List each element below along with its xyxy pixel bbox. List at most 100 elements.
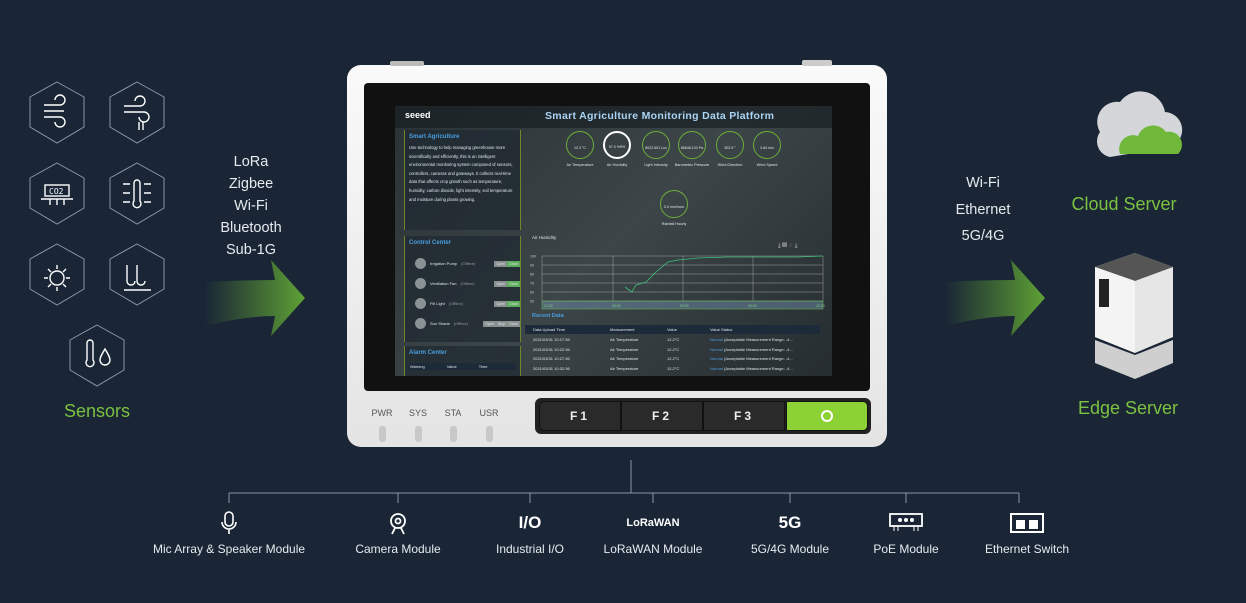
control-item: Irrigation Pump (Offline) Open Close [415,258,520,269]
open-button[interactable]: Open [494,280,508,287]
cell: Air Temperature [610,346,639,352]
close-button[interactable]: Close [507,300,520,307]
intro-heading: Smart Agriculture [409,134,460,140]
icon-glyph: I/O [518,513,542,532]
dashboard-screen: seeed Smart Agriculture Monitoring Data … [395,106,832,376]
gauge-label: Air Temperature [566,163,594,167]
led-label-usr: USR [479,408,499,418]
hex-frame [29,243,85,306]
cell: (Acceptable Measurement Range: -4... [724,337,793,342]
stop-button[interactable]: Stop [495,320,508,327]
alarm-table-header: Warning Value Time [409,363,516,370]
y-tick: 70 [530,282,534,286]
microphone-icon [134,510,324,536]
reterminal-device: seeed Smart Agriculture Monitoring Data … [347,60,887,447]
x-tick: 00:00 [680,304,689,308]
hex-frame [109,162,165,225]
y-tick: 50 [530,300,534,304]
protocol-sub1g: Sub-1G [226,242,276,258]
gauge-3: 86848.103 Pa [678,131,706,159]
wind-speed-icon [124,95,150,130]
module-label: Ethernet Switch [984,542,1070,556]
protocol-wifi: Wi-Fi [966,175,1000,191]
cloud-server-label: Cloud Server [1071,194,1177,214]
cell: 2021/03/31 10:22:36 [533,346,570,352]
y-tick: 80 [530,273,534,277]
close-button[interactable]: Close [507,260,520,267]
gauge-0: 12.3 °C [566,131,594,159]
x-tick: 06:00 [748,304,757,308]
light-bulb-icon [415,298,426,309]
wind-icon [44,94,66,128]
close-button[interactable]: Close [507,280,520,287]
protocol-bluetooth: Bluetooth [220,220,282,236]
open-button[interactable]: Open [483,320,496,327]
cell: Measurement [610,327,635,332]
alarm-heading: Alarm Center [409,350,447,356]
left-arrow-icon [205,260,305,336]
control-state: (Offline) [448,301,464,306]
chart-toolbar-icons[interactable]: ⤓▥◌⤓ [778,243,799,250]
y-tick: 60 [530,291,534,295]
module-label: Mic Array & Speaker Module [152,542,306,556]
control-item: Ventilation Fan (Offline) Open Close [415,278,520,289]
gauge-label: Wind Direction [717,163,743,167]
top-button[interactable] [802,60,832,66]
control-heading: Control Center [409,240,451,246]
y-tick: 90 [530,264,534,268]
control-state: (Offline) [461,261,476,266]
icon-glyph: LoRaWAN [626,517,680,529]
gauge-1: 97.0 %RH [603,131,631,159]
sensor-hexagons: CO2 [29,81,165,387]
cell: Normal [710,346,723,352]
cell: Air Temperature [610,365,639,371]
cell: 2021/03/31 10:17:36 [533,337,570,342]
protocol-5g-4g: 5G/4G [961,228,1005,244]
f2-button[interactable]: F2 [621,401,703,431]
col-warning: Warning [410,364,425,369]
gauge-6: 0.0 mm/hour [660,190,688,218]
protocol-wifi: Wi-Fi [234,198,268,214]
cell: Value [667,327,677,332]
cell: 12.2°C [667,337,680,342]
led-usr [486,426,493,442]
alarm-panel: Alarm Center Warning Value Time [404,346,521,376]
top-button[interactable] [390,61,424,66]
cell: Data Upload Time [533,327,566,332]
control-item: Fill Light (Offline) Open Close [415,298,520,309]
co2-sensor-icon: CO2 [41,184,73,205]
y-tick: 100 [530,255,536,259]
sun-shade-icon [415,318,426,329]
thermometer-icon [123,179,151,209]
open-button[interactable]: Open [494,300,508,307]
led-sta [450,426,457,442]
cell: 12.2°C [667,356,680,361]
sensors-label: Sensors [63,401,131,421]
gauge-4: 302.9 ° [716,131,744,159]
table-header: Data Upload Time Measurement Value Value St… [525,325,820,334]
table-row: 2021/03/31 10:22:36 Air Temperature 12.2°C… [525,345,820,354]
gauge-label: Barometric Pressure [674,163,710,167]
control-state: (Offline) [453,321,468,326]
close-button[interactable]: Close [507,320,520,327]
f3-button[interactable]: F3 [703,401,785,431]
open-button[interactable]: Open [494,260,508,267]
table-row: 2021/03/31 10:27:36 Air Temperature 12.2°C… [525,354,820,363]
seeed-logo: seeed [405,110,431,120]
cell: 2021/03/31 10:27:36 [533,356,570,361]
light-icon [44,265,70,291]
cloud-icon [1097,91,1183,157]
gauge-label: Air Humidity [606,163,628,167]
screen-bezel: seeed Smart Agriculture Monitoring Data … [364,83,870,391]
soil-moisture-icon [124,265,151,291]
control-name: Fill Light [430,301,445,306]
right-arrow-icon [945,260,1045,336]
control-panel: Control Center Irrigation Pump (Offline) O… [404,236,521,342]
cell: Air Temperature [610,356,639,361]
f1-button[interactable]: F1 [539,401,621,431]
power-button[interactable] [786,401,868,431]
module-item: Ethernet Switch [932,510,1122,556]
gauge-2: 8022.601 Lux [642,131,670,159]
circle-icon [821,410,833,422]
table-row: 2021/03/31 10:32:36 Air Temperature 12.2°C… [525,364,820,373]
